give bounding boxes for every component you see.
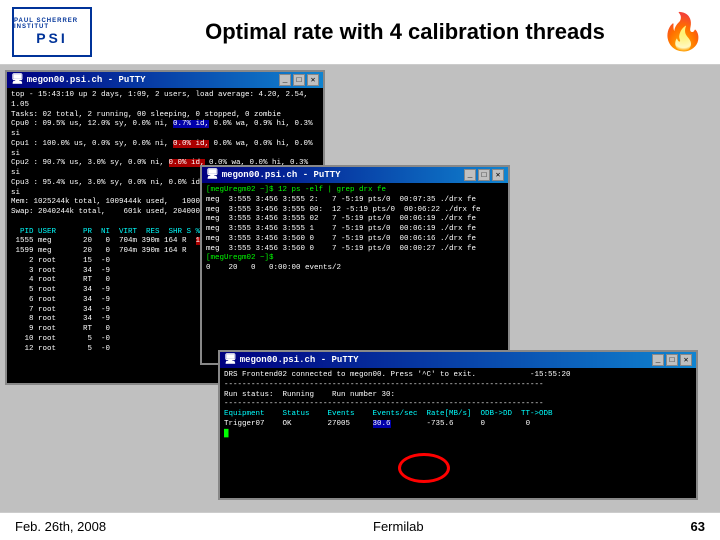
terminal-1-icon: 🖥 [11,74,24,86]
footer-page: 63 [691,519,705,534]
terminal-3-title-left: 🖥 megon00.psi.ch - PuTTY [224,354,359,366]
t2-line-2: meg 3:555 3:456 3:555 2: 7 -5:19 pts/0 0… [206,196,504,206]
t2-line-8: [megUregm02 ~]$ [206,254,504,264]
t1-line-4: Cpu1 : 100.0% us, 0.0% sy, 0.0% ni, 0.0%… [11,140,319,160]
main-content: 🖥 megon00.psi.ch - PuTTY _ □ ✕ top - 15:… [0,65,720,540]
t2-line-4: meg 3:555 3:456 3:555 02 7 -5:19 pts/0 0… [206,215,504,225]
t2-line-1: [megUregm02 ~]$ 12 ps -elf | grep drx fe [206,186,504,196]
terminal-1-maximize[interactable]: □ [293,74,305,86]
logo-area: PAUL SCHERRER INSTITUT PSI [12,7,152,57]
t3-line-5: Equipment Status Events Events/sec Rate[… [224,410,692,420]
terminal-2-close[interactable]: ✕ [492,169,504,181]
page-title: Optimal rate with 4 calibration threads [152,19,658,45]
footer-date: Feb. 26th, 2008 [15,519,106,534]
terminal-3-body: DRS Frontend02 connected to megon00. Pre… [220,368,696,498]
terminal-1-title-left: 🖥 megon00.psi.ch - PuTTY [11,74,146,86]
terminal-1-title: megon00.psi.ch - PuTTY [27,75,146,85]
terminal-2-icon: 🖥 [206,169,219,181]
t2-line-6: meg 3:555 3:456 3:560 0 7 -5:19 pts/0 00… [206,235,504,245]
t2-line-7: meg 3:555 3:456 3:560 0 7 -5:19 pts/0 00… [206,245,504,255]
terminal-3-minimize[interactable]: _ [652,354,664,366]
t2-line-5: meg 3:555 3:456 3:555 1 7 -5:19 pts/0 00… [206,225,504,235]
terminal-1-buttons[interactable]: _ □ ✕ [279,74,319,86]
t2-line-9: 0 20 0 0:00:00 events/2 [206,264,504,274]
flame-icon-area: 🔥 [658,7,708,57]
terminal-3-buttons[interactable]: _ □ ✕ [652,354,692,366]
terminal-2-title-left: 🖥 megon00.psi.ch - PuTTY [206,169,341,181]
terminal-window-3[interactable]: 🖥 megon00.psi.ch - PuTTY _ □ ✕ DRS Front… [218,350,698,500]
logo-institute-text: PAUL SCHERRER INSTITUT [14,18,90,30]
terminal-1-minimize[interactable]: _ [279,74,291,86]
terminal-2-maximize[interactable]: □ [478,169,490,181]
terminal-3-close[interactable]: ✕ [680,354,692,366]
footer: Feb. 26th, 2008 Fermilab 63 [0,512,720,540]
terminal-2-titlebar[interactable]: 🖥 megon00.psi.ch - PuTTY _ □ ✕ [202,167,508,183]
flame-icon: 🔥 [661,11,706,53]
t3-line-6: Trigger07 OK 27005 30.6 -735.6 0 0 [224,420,692,430]
t3-line-2: ----------------------------------------… [224,381,692,391]
terminal-2-body: [megUregm02 ~]$ 12 ps -elf | grep drx fe… [202,183,508,363]
terminal-3-icon: 🖥 [224,354,237,366]
terminal-3-title: megon00.psi.ch - PuTTY [240,355,359,365]
t3-line-7: █ [224,430,692,440]
terminal-2-title: megon00.psi.ch - PuTTY [222,170,341,180]
terminal-1-close[interactable]: ✕ [307,74,319,86]
terminal-window-2[interactable]: 🖥 megon00.psi.ch - PuTTY _ □ ✕ [megUregm… [200,165,510,365]
header: PAUL SCHERRER INSTITUT PSI Optimal rate … [0,0,720,65]
terminal-2-buttons[interactable]: _ □ ✕ [464,169,504,181]
t3-line-3: Run status: Running Run number 30: [224,391,692,401]
psi-logo: PAUL SCHERRER INSTITUT PSI [12,7,92,57]
t3-line-1: DRS Frontend02 connected to megon00. Pre… [224,371,692,381]
t1-line-3: Cpu0 : 09.5% us, 12.0% sy, 0.0% ni, 0.7%… [11,120,319,140]
terminal-3-titlebar[interactable]: 🖥 megon00.psi.ch - PuTTY _ □ ✕ [220,352,696,368]
logo-psi-letters: PSI [36,30,68,46]
terminal-3-maximize[interactable]: □ [666,354,678,366]
terminal-2-minimize[interactable]: _ [464,169,476,181]
t1-line-1: top - 15:43:10 up 2 days, 1:09, 2 users,… [11,91,319,111]
t2-line-3: meg 3:555 3:456 3:555 00: 12 -5:19 pts/0… [206,206,504,216]
terminal-1-titlebar[interactable]: 🖥 megon00.psi.ch - PuTTY _ □ ✕ [7,72,323,88]
t3-line-4: ----------------------------------------… [224,400,692,410]
t1-line-2: Tasks: 02 total, 2 running, 00 sleeping,… [11,111,319,121]
footer-org: Fermilab [373,519,424,534]
